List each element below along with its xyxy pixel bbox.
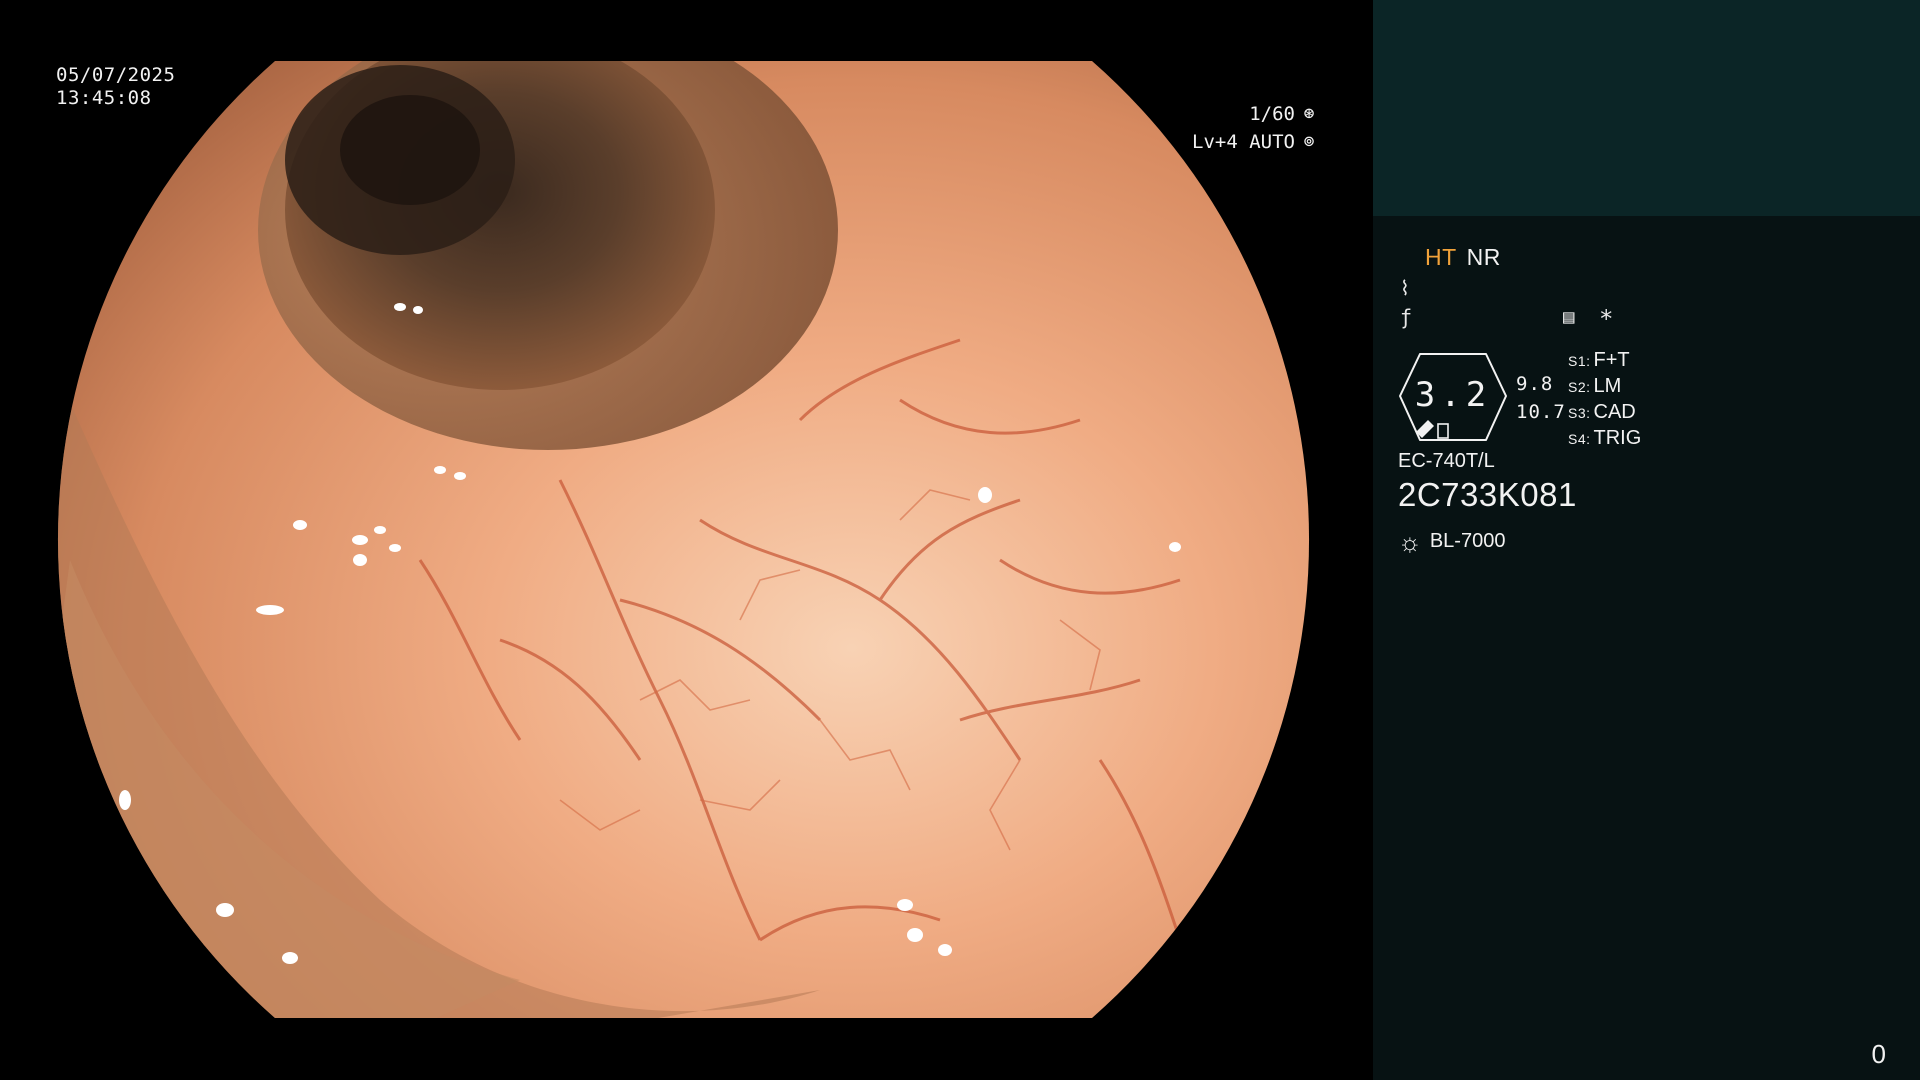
- time-text: 13:45:08: [56, 87, 152, 109]
- enhancement-curve-icon: ⌇: [1400, 276, 1410, 300]
- endoscopic-image: [57, 61, 1310, 1018]
- light-source-icon: ☼: [1398, 526, 1422, 557]
- endoscope-view: 05/07/2025 13:45:08 1/60 ⊛ Lv+4 AUTO ⊚: [0, 0, 1373, 1080]
- memo-icon: ▤: [1563, 306, 1575, 328]
- exposure-info: 1/60 ⊛ Lv+4 AUTO ⊚: [1192, 100, 1319, 156]
- sub-value-2: 10.7: [1516, 401, 1566, 423]
- asterisk-mark: *: [1599, 305, 1614, 333]
- image-modes: HT NR: [1425, 244, 1501, 271]
- function-icon: ƒ: [1400, 305, 1413, 329]
- sub-values: 9.8 10.7: [1516, 370, 1566, 426]
- scope-serial: 2C733K081: [1398, 476, 1577, 513]
- brightness-level: Lv+4 AUTO: [1192, 131, 1295, 153]
- mode-nr: NR: [1466, 244, 1501, 270]
- mode-ht: HT: [1425, 244, 1457, 270]
- zoom-value: 3.2: [1414, 375, 1492, 415]
- light-source-label: BL-7000: [1429, 530, 1506, 552]
- date-text: 05/07/2025: [56, 64, 176, 86]
- date-time-display: 05/07/2025 13:45:08: [56, 64, 175, 110]
- setting-s2: S2: LM: [1568, 375, 1622, 397]
- auto-exposure-icon: ⊚: [1303, 131, 1315, 152]
- sub-value-1: 9.8: [1516, 373, 1554, 395]
- zoom-badge: 3.2: [1398, 352, 1508, 441]
- shutter-speed: 1/60: [1249, 103, 1295, 125]
- frame-counter: 0: [1871, 1039, 1886, 1069]
- setting-s4: S4: TRIG: [1568, 427, 1642, 449]
- scope-model: EC-740T/L: [1398, 450, 1495, 472]
- setting-s3: S3: CAD: [1568, 401, 1636, 423]
- shutter-icon: ⊛: [1303, 103, 1315, 124]
- info-panel: HT NR ⌇ ƒ ▤ * 3.2 9.8 10.7 S1: F+T S2: LM S…: [1373, 0, 1920, 1080]
- light-source: ☼ BL-7000: [1398, 526, 1506, 557]
- setting-s1: S1: F+T: [1568, 349, 1630, 371]
- patient-info-block: [1373, 0, 1920, 216]
- switch-settings: S1: F+T S2: LM S3: CAD S4: TRIG: [1568, 348, 1641, 452]
